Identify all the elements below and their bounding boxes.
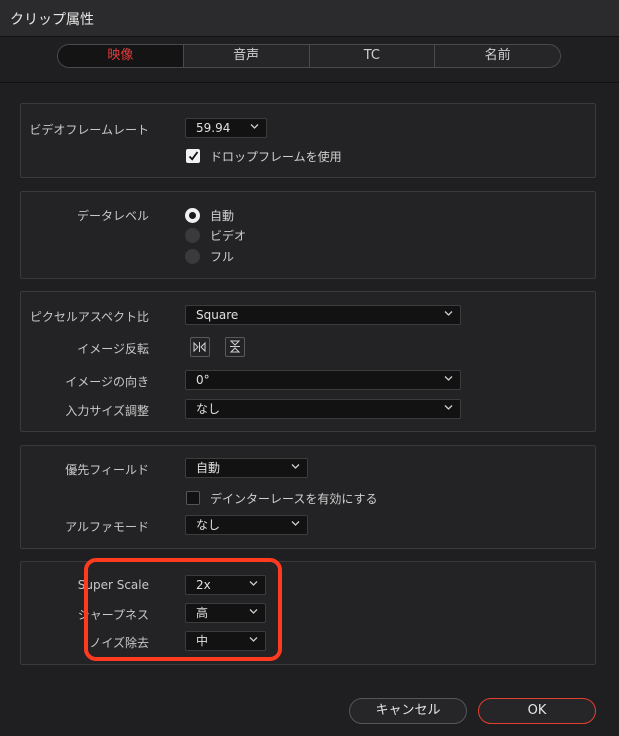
header-divider [0,82,619,83]
checkmark-icon [188,151,199,161]
chevron-down-icon [250,123,259,130]
field-dominance-dropdown[interactable]: 自動 [185,458,308,478]
chevron-down-icon [291,520,300,527]
alpha-mode-label: アルファモード [65,520,149,534]
window-title: クリップ属性 [10,12,94,28]
image-orientation-label: イメージの向き [65,375,149,389]
pixel-panel: ピクセルアスペクト比 Square イメージ反転 イメージの向き 0° 入力サイ… [20,291,596,432]
cancel-button[interactable]: キャンセル [349,698,467,724]
data-level-video-radio[interactable] [185,228,200,243]
pixel-aspect-dropdown[interactable]: Square [185,305,461,325]
flip-horizontal-icon [193,341,206,353]
field-dominance-label: 優先フィールド [65,463,149,477]
data-level-auto-radio[interactable] [185,208,200,223]
data-level-panel: データレベル 自動 ビデオ フル [20,191,596,279]
super-scale-highlight [84,558,282,661]
alpha-mode-dropdown[interactable]: なし [185,515,308,535]
data-level-full-radio[interactable] [185,249,200,264]
framerate-value: 59.94 [196,121,231,135]
framerate-label: ビデオフレームレート [29,123,149,137]
tab-name[interactable]: 名前 [434,45,560,67]
image-flip-label: イメージ反転 [77,342,149,356]
image-orientation-value: 0° [196,373,210,387]
image-orientation-dropdown[interactable]: 0° [185,370,461,390]
chevron-down-icon [444,310,453,317]
tab-audio[interactable]: 音声 [182,45,309,67]
tab-timecode[interactable]: TC [308,45,435,67]
pixel-aspect-label: ピクセルアスペクト比 [29,310,149,324]
flip-horizontal-button[interactable] [190,337,210,357]
framerate-dropdown[interactable]: 59.94 [185,118,267,138]
chevron-down-icon [444,404,453,411]
input-scaling-dropdown[interactable]: なし [185,399,461,419]
framerate-panel: ビデオフレームレート 59.94 ドロップフレームを使用 [20,103,596,178]
chevron-down-icon [291,463,300,470]
input-scaling-label: 入力サイズ調整 [65,404,149,418]
tab-video[interactable]: 映像 [58,45,183,67]
input-scaling-value: なし [196,402,221,416]
tab-bar: 映像 音声 TC 名前 [57,44,561,68]
field-panel: 優先フィールド 自動 デインターレースを有効にする アルファモード なし [20,445,596,549]
dropframe-label: ドロップフレームを使用 [210,150,342,164]
deinterlace-label: デインターレースを有効にする [210,492,378,506]
data-level-auto-label: 自動 [210,209,235,223]
dropframe-checkbox[interactable] [186,149,200,163]
alpha-mode-value: なし [196,518,221,532]
title-bar: クリップ属性 [0,0,619,37]
pixel-aspect-value: Square [196,308,239,322]
flip-vertical-button[interactable] [225,337,245,357]
field-dominance-value: 自動 [196,461,221,475]
chevron-down-icon [444,375,453,382]
data-level-video-label: ビデオ [210,229,247,243]
deinterlace-checkbox[interactable] [186,491,200,505]
data-level-label: データレベル [76,209,149,223]
flip-vertical-icon [229,340,241,353]
ok-button[interactable]: OK [478,698,596,724]
data-level-full-label: フル [210,250,235,264]
